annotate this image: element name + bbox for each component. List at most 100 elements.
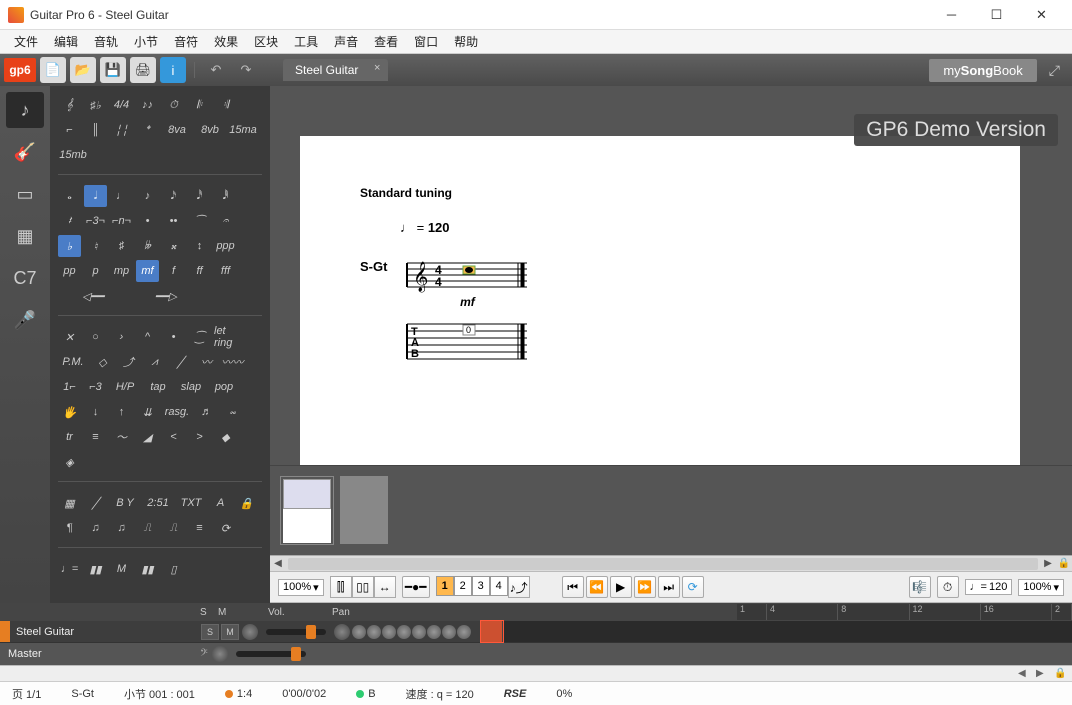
track-scroll-right[interactable]: ▶ xyxy=(1036,668,1050,680)
ff-button[interactable]: ff xyxy=(188,260,211,282)
master-volume-slider[interactable] xyxy=(236,651,306,657)
undo-button[interactable]: ↶ xyxy=(203,57,229,83)
edition-panel-tab[interactable]: ♪ xyxy=(6,92,44,128)
pop-button[interactable]: pop xyxy=(209,376,239,398)
page-view-button[interactable]: ⫿⫿ xyxy=(330,576,352,598)
volume-slider[interactable] xyxy=(266,629,326,635)
timer-text-button[interactable]: 2:51 xyxy=(143,492,173,514)
countdown-button[interactable]: ⏱ xyxy=(937,576,959,598)
let-ring-button[interactable]: let ring xyxy=(214,326,244,348)
tempo-box[interactable]: ♩= 120 xyxy=(965,579,1013,595)
free-time-button[interactable]: ⏱ xyxy=(162,94,185,116)
menu-help[interactable]: 帮助 xyxy=(446,31,486,52)
double-sharp-button[interactable]: 𝄪 xyxy=(162,235,185,257)
quarter-note-button[interactable]: ♩ xyxy=(110,185,133,207)
effects-panel-tab[interactable]: ▭ xyxy=(6,176,44,212)
auto1-button[interactable]: ♫ xyxy=(84,517,107,539)
f-button[interactable]: f xyxy=(162,260,185,282)
hammer-pull-button[interactable]: H/P xyxy=(110,376,140,398)
auto6-button[interactable]: ⟳ xyxy=(214,517,237,539)
go-start-button[interactable]: ⏮ xyxy=(562,576,584,598)
lock-button[interactable]: 🔒 xyxy=(235,492,258,514)
minimize-button[interactable]: ─ xyxy=(929,1,974,29)
menu-tools[interactable]: 工具 xyxy=(286,31,326,52)
grace-button[interactable]: 𝆗 xyxy=(221,401,244,423)
slash-button[interactable]: ╱ xyxy=(84,492,107,514)
vol-auto-button[interactable]: ▮▮ xyxy=(84,558,107,580)
menu-effect[interactable]: 效果 xyxy=(206,31,246,52)
tab-close-icon[interactable]: × xyxy=(374,62,380,74)
pp-button[interactable]: pp xyxy=(58,260,81,282)
mf-button[interactable]: mf xyxy=(136,260,159,282)
go-end-button[interactable]: ⏭ xyxy=(658,576,680,598)
track-knob[interactable] xyxy=(242,624,258,640)
rewind-button[interactable]: ⏪ xyxy=(586,576,608,598)
menu-file[interactable]: 文件 xyxy=(6,31,46,52)
lyrics-panel-tab[interactable]: 🎤 xyxy=(6,302,44,338)
accent2-button[interactable]: < xyxy=(162,426,185,448)
sharp-button[interactable]: ♯ xyxy=(110,235,133,257)
menu-edit[interactable]: 编辑 xyxy=(46,31,86,52)
tremolo-picking-button[interactable]: ≡ xyxy=(84,426,107,448)
15mb-button[interactable]: 15mb xyxy=(58,144,88,166)
info-button[interactable]: i xyxy=(160,57,186,83)
crescendo-button[interactable]: ◁━━ xyxy=(58,285,128,307)
scroll-right-icon[interactable]: ▶ xyxy=(1040,558,1056,569)
auto2-button[interactable]: ♫ xyxy=(110,517,133,539)
p-button[interactable]: p xyxy=(84,260,107,282)
horz-view-button[interactable]: ↔ xyxy=(374,576,396,598)
vibrato-button[interactable]: 〰 xyxy=(195,351,218,373)
chord-grid-button[interactable]: ▦ xyxy=(58,492,81,514)
horizontal-scrollbar[interactable]: ◀ ▶ 🔒 xyxy=(270,555,1072,571)
harmonic-button[interactable]: ◇ xyxy=(91,351,114,373)
half-note-button[interactable]: 𝅗𝅥 xyxy=(84,185,107,207)
tempo-auto-button[interactable]: ♩= xyxy=(58,558,81,580)
ghost-note-button[interactable]: ○ xyxy=(84,326,107,348)
instrument-panel-tab[interactable]: 🎸 xyxy=(6,134,44,170)
menu-note[interactable]: 音符 xyxy=(166,31,206,52)
timesig-button[interactable]: 4/4 xyxy=(110,94,133,116)
track-bars[interactable] xyxy=(481,621,1072,642)
play-button[interactable]: ▶ xyxy=(610,576,632,598)
15ma-button[interactable]: 15ma xyxy=(228,119,258,141)
section-button[interactable]: A xyxy=(209,492,232,514)
marker-1-button[interactable]: 1 xyxy=(436,576,454,596)
thirtysecond-note-button[interactable]: 𝅘𝅥𝅰 xyxy=(188,185,211,207)
accent-button[interactable]: › xyxy=(110,326,133,348)
chords-panel-tab[interactable]: C7 xyxy=(6,260,44,296)
marker-4-button[interactable]: 4 xyxy=(490,576,508,596)
fingering-left-button[interactable]: 1⌐ xyxy=(58,376,81,398)
8vb-button[interactable]: 8vb xyxy=(195,119,225,141)
barline-button[interactable]: ║ xyxy=(84,119,107,141)
repeat-open-button[interactable]: 𝄆 xyxy=(188,94,211,116)
track-lock-icon[interactable]: 🔒 xyxy=(1054,668,1068,680)
trill-button[interactable]: tr xyxy=(58,426,81,448)
timer-button[interactable]: ◈ xyxy=(58,451,81,473)
fingering-right-button[interactable]: ⌐3 xyxy=(84,376,107,398)
master-row[interactable]: Master 𝄢 xyxy=(0,643,1072,665)
marker-3-button[interactable]: 3 xyxy=(472,576,490,596)
forward-button[interactable]: ⏩ xyxy=(634,576,656,598)
whole-note-button[interactable]: 𝅝 xyxy=(58,185,81,207)
marker-jump-button[interactable]: ♪⤴ xyxy=(508,576,530,598)
slap-button[interactable]: slap xyxy=(176,376,206,398)
new-file-button[interactable]: 📄 xyxy=(40,57,66,83)
tuplet-button[interactable]: ⌐3¬ xyxy=(84,210,107,232)
sixtyfourth-note-button[interactable]: 𝅘𝅥𝅱 xyxy=(214,185,237,207)
brush-button[interactable]: 🖐 xyxy=(58,401,81,423)
menu-bar-m[interactable]: 小节 xyxy=(126,31,166,52)
staccato-button[interactable]: • xyxy=(162,326,185,348)
lock-icon[interactable]: 🔒 xyxy=(1056,558,1072,569)
track-scroll-left[interactable]: ◀ xyxy=(1018,668,1032,680)
double-flat-button[interactable]: 𝄫 xyxy=(136,235,159,257)
stroke-up-button[interactable]: ↑ xyxy=(110,401,133,423)
shift-semitone-button[interactable]: ↕ xyxy=(188,235,211,257)
menu-sound[interactable]: 声音 xyxy=(326,31,366,52)
marker-2-button[interactable]: 2 xyxy=(454,576,472,596)
metronome-button[interactable]: 🎼 xyxy=(909,576,931,598)
menu-view[interactable]: 查看 xyxy=(366,31,406,52)
loop-button[interactable]: ⟳ xyxy=(682,576,704,598)
text-button[interactable]: TXT xyxy=(176,492,206,514)
tremolo-bar-button[interactable]: ⩘ xyxy=(143,351,166,373)
menu-track[interactable]: 音轨 xyxy=(86,31,126,52)
